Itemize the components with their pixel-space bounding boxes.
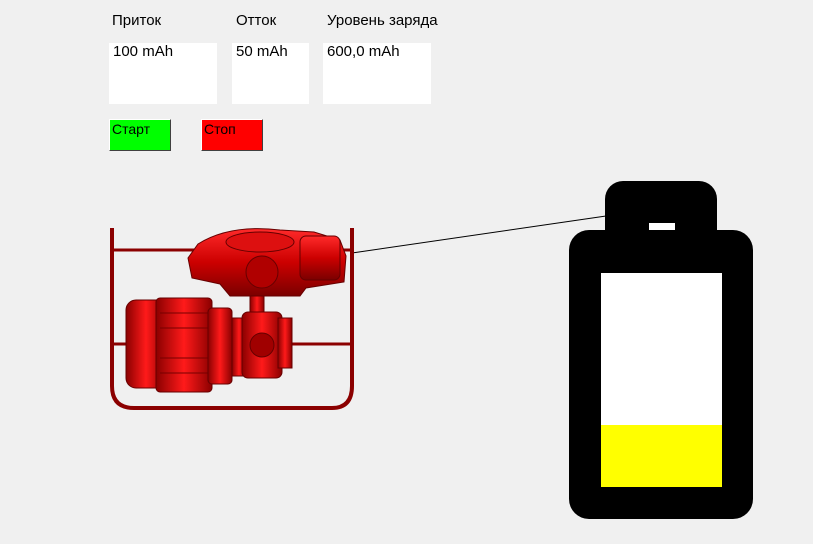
battery-icon [569,181,753,519]
start-button[interactable]: Старт [109,119,171,151]
generator-icon [110,228,354,410]
inflow-field[interactable]: 100 mAh [109,43,217,104]
outflow-field[interactable]: 50 mAh [232,43,309,104]
charge-level-field[interactable]: 600,0 mAh [323,43,431,104]
battery-fill [601,425,722,487]
stop-button[interactable]: Стоп [201,119,263,151]
charge-level-label: Уровень заряда [327,12,438,29]
outflow-label: Отток [236,12,277,29]
inflow-label: Приток [112,12,162,29]
